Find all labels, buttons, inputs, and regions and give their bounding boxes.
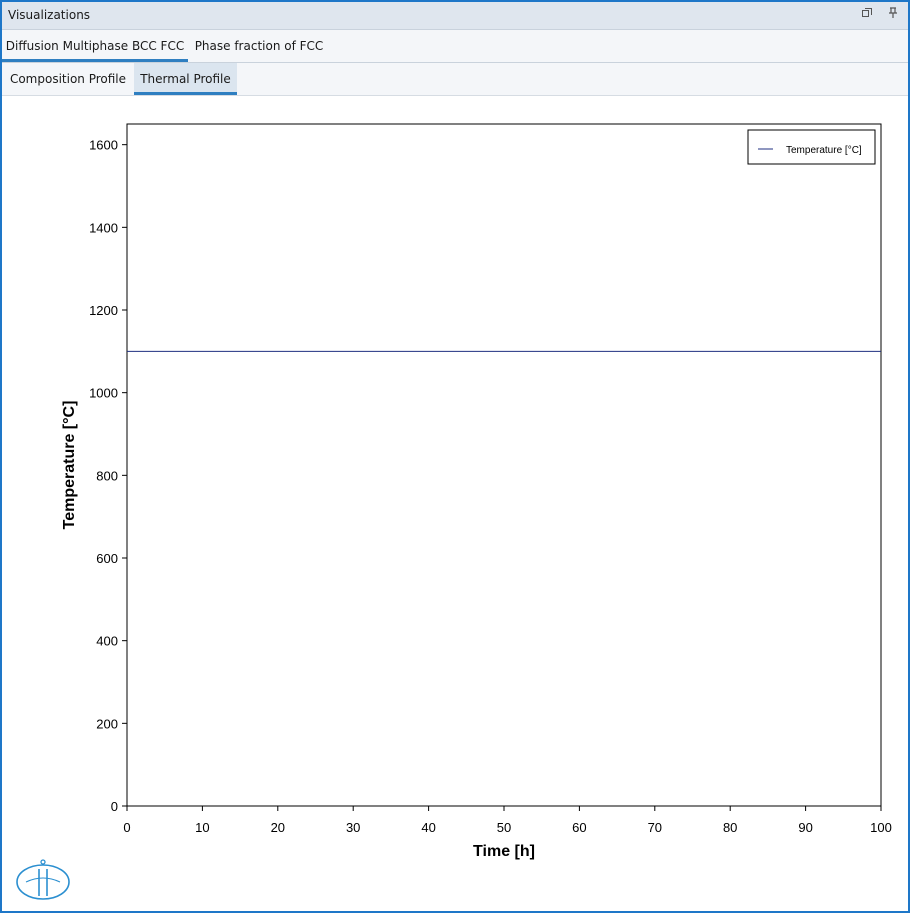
window-title: Visualizations <box>8 8 91 22</box>
y-axis-label: Temperature [°C] <box>61 401 78 530</box>
tab-phase-fraction[interactable]: Phase fraction of FCC <box>190 30 328 62</box>
legend-label: Temperature [°C] <box>786 145 862 156</box>
y-tick-label: 200 <box>96 716 118 731</box>
window-titlebar: Visualizations <box>2 2 908 30</box>
tab-diffusion-multiphase[interactable]: Diffusion Multiphase BCC FCC <box>2 30 188 62</box>
x-tick-label: 10 <box>195 820 209 835</box>
primary-tab-bar: Diffusion Multiphase BCC FCC Phase fract… <box>2 30 908 63</box>
pin-icon[interactable] <box>886 7 900 21</box>
y-tick-label: 1400 <box>89 220 118 235</box>
x-axis-label: Time [h] <box>473 843 535 860</box>
x-tick-label: 60 <box>572 820 586 835</box>
app-logo <box>16 859 70 900</box>
y-axis: 0 200 400 600 800 1000 1200 1400 1600 <box>89 138 127 814</box>
y-tick-label: 600 <box>96 551 118 566</box>
tab-label: Thermal Profile <box>140 72 231 86</box>
x-tick-label: 50 <box>497 820 511 835</box>
visualizations-window: Visualizations Diffusion Multiphase BCC … <box>0 0 910 913</box>
x-tick-label: 80 <box>723 820 737 835</box>
y-tick-label: 800 <box>96 468 118 483</box>
y-tick-label: 400 <box>96 634 118 649</box>
x-tick-label: 20 <box>271 820 285 835</box>
y-tick-label: 1200 <box>89 303 118 318</box>
y-tick-label: 1000 <box>89 386 118 401</box>
x-tick-label: 100 <box>870 820 892 835</box>
plot-area <box>126 123 882 807</box>
tab-label: Phase fraction of FCC <box>194 39 324 53</box>
thermal-profile-chart: 0 200 400 600 800 1000 1200 1400 1600 0 10 20 30 40 5… <box>16 123 892 900</box>
restore-icon[interactable] <box>860 7 874 21</box>
tab-composition-profile[interactable]: Composition Profile <box>2 63 134 95</box>
x-tick-label: 30 <box>346 820 360 835</box>
x-tick-label: 40 <box>421 820 435 835</box>
x-tick-label: 70 <box>648 820 662 835</box>
secondary-tab-bar: Composition Profile Thermal Profile <box>2 63 908 96</box>
tab-label: Diffusion Multiphase BCC FCC <box>5 39 185 53</box>
legend: Temperature [°C] <box>747 129 876 165</box>
chart-panel: 0 200 400 600 800 1000 1200 1400 1600 0 10 20 30 40 5… <box>2 96 908 911</box>
y-tick-label: 1600 <box>89 138 118 153</box>
x-axis: 0 10 20 30 40 50 60 70 80 90 100 <box>123 806 892 835</box>
y-tick-label: 0 <box>111 799 118 814</box>
x-tick-label: 0 <box>123 820 130 835</box>
tab-thermal-profile[interactable]: Thermal Profile <box>134 63 237 95</box>
x-tick-label: 90 <box>798 820 812 835</box>
tab-label: Composition Profile <box>9 72 127 86</box>
